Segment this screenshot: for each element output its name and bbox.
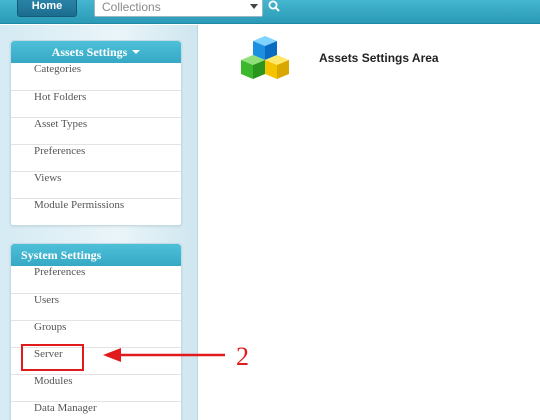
assets-settings-title: Assets Settings <box>51 45 128 59</box>
search-icon[interactable] <box>268 0 280 12</box>
caret-down-icon <box>132 50 141 54</box>
annotation-arrow-icon <box>103 348 225 362</box>
sidebar-item-hot-folders[interactable]: Hot Folders <box>11 90 181 117</box>
top-navigation-bar: Home Collections <box>0 0 540 24</box>
assets-settings-header[interactable]: Assets Settings <box>11 41 181 63</box>
sidebar-item-modules[interactable]: Modules <box>11 374 181 401</box>
sidebar-item-asset-types[interactable]: Asset Types <box>11 117 181 144</box>
sidebar-item-data-manager[interactable]: Data Manager <box>11 401 181 420</box>
sidebar-item-views[interactable]: Views <box>11 171 181 198</box>
step-number-label: 2 <box>236 342 249 371</box>
page-title: Assets Settings Area <box>319 51 439 65</box>
collections-select-value: Collections <box>102 0 161 14</box>
system-settings-panel: System Settings Preferences Users Groups… <box>10 243 182 420</box>
home-button[interactable]: Home <box>17 0 77 17</box>
sidebar-item-users[interactable]: Users <box>11 293 181 320</box>
sidebar-item-preferences[interactable]: Preferences <box>11 144 181 171</box>
chevron-down-icon <box>250 4 258 9</box>
collections-select[interactable]: Collections <box>94 0 263 17</box>
assets-settings-list: Categories Hot Folders Asset Types Prefe… <box>11 63 181 225</box>
system-settings-header[interactable]: System Settings <box>11 244 181 266</box>
cubes-icon <box>241 36 289 79</box>
sidebar-item-categories[interactable]: Categories <box>11 63 181 90</box>
server-highlight-box <box>21 344 84 371</box>
assets-settings-panel: Assets Settings Categories Hot Folders A… <box>10 40 182 226</box>
sidebar-item-system-preferences[interactable]: Preferences <box>11 266 181 293</box>
sidebar-item-module-permissions[interactable]: Module Permissions <box>11 198 181 225</box>
